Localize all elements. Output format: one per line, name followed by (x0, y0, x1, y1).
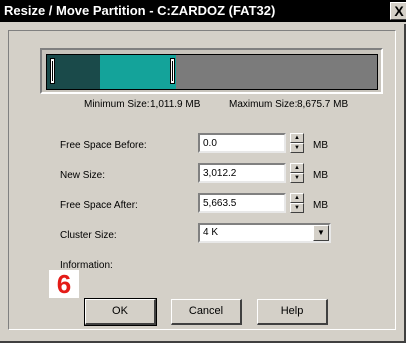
close-icon: X (394, 3, 404, 19)
partition-bar-frame (40, 48, 383, 94)
maximum-size-label: Maximum Size: (229, 99, 298, 110)
new-size-spinner[interactable]: ▲ ▼ (290, 163, 304, 183)
free-space-before-input[interactable] (198, 133, 286, 153)
down-arrow-icon[interactable]: ▼ (290, 203, 304, 213)
resize-move-dialog: Resize / Move Partition - C:ZARDOZ (FAT3… (0, 0, 406, 343)
down-arrow-icon[interactable]: ▼ (290, 173, 304, 183)
help-button-label: Help (280, 305, 304, 317)
new-size-input[interactable] (198, 163, 286, 183)
cancel-button[interactable]: Cancel (171, 299, 242, 325)
cluster-size-value: 4 K (203, 227, 219, 238)
partition-bar[interactable] (46, 54, 378, 90)
ok-button-label: OK (112, 305, 128, 317)
minimum-size-label: Minimum Size: (84, 99, 150, 110)
new-size-unit: MB (313, 170, 328, 181)
up-arrow-icon[interactable]: ▲ (290, 133, 304, 143)
free-space-before-label: Free Space Before: (60, 140, 147, 151)
free-space-after-unit: MB (313, 200, 328, 211)
new-size-label: New Size: (60, 170, 106, 181)
ok-button[interactable]: OK (84, 298, 157, 326)
step-number-badge: 6 (49, 270, 79, 298)
down-arrow-icon[interactable]: ▼ (290, 143, 304, 153)
close-button[interactable]: X (390, 2, 406, 20)
free-space-after-input[interactable] (198, 193, 286, 213)
chevron-down-icon[interactable]: ▼ (313, 225, 329, 241)
cluster-size-label: Cluster Size: (60, 230, 117, 241)
title-bar: Resize / Move Partition - C:ZARDOZ (FAT3… (0, 0, 406, 24)
free-space-before-spinner[interactable]: ▲ ▼ (290, 133, 304, 153)
help-button[interactable]: Help (257, 299, 328, 325)
up-arrow-icon[interactable]: ▲ (290, 163, 304, 173)
window-title: Resize / Move Partition - C:ZARDOZ (FAT3… (4, 3, 276, 18)
cluster-size-select[interactable]: 4 K ▼ (198, 223, 331, 243)
partition-right-handle[interactable] (170, 58, 175, 84)
maximum-size-value: 8,675.7 MB (297, 99, 349, 110)
free-space-after-label: Free Space After: (60, 200, 138, 211)
free-space-segment (100, 55, 176, 89)
minimum-size-value: 1,011.9 MB (150, 99, 201, 110)
partition-left-handle[interactable] (50, 58, 55, 84)
cancel-button-label: Cancel (188, 305, 224, 317)
up-arrow-icon[interactable]: ▲ (290, 193, 304, 203)
free-space-after-spinner[interactable]: ▲ ▼ (290, 193, 304, 213)
free-space-before-unit: MB (313, 140, 328, 151)
